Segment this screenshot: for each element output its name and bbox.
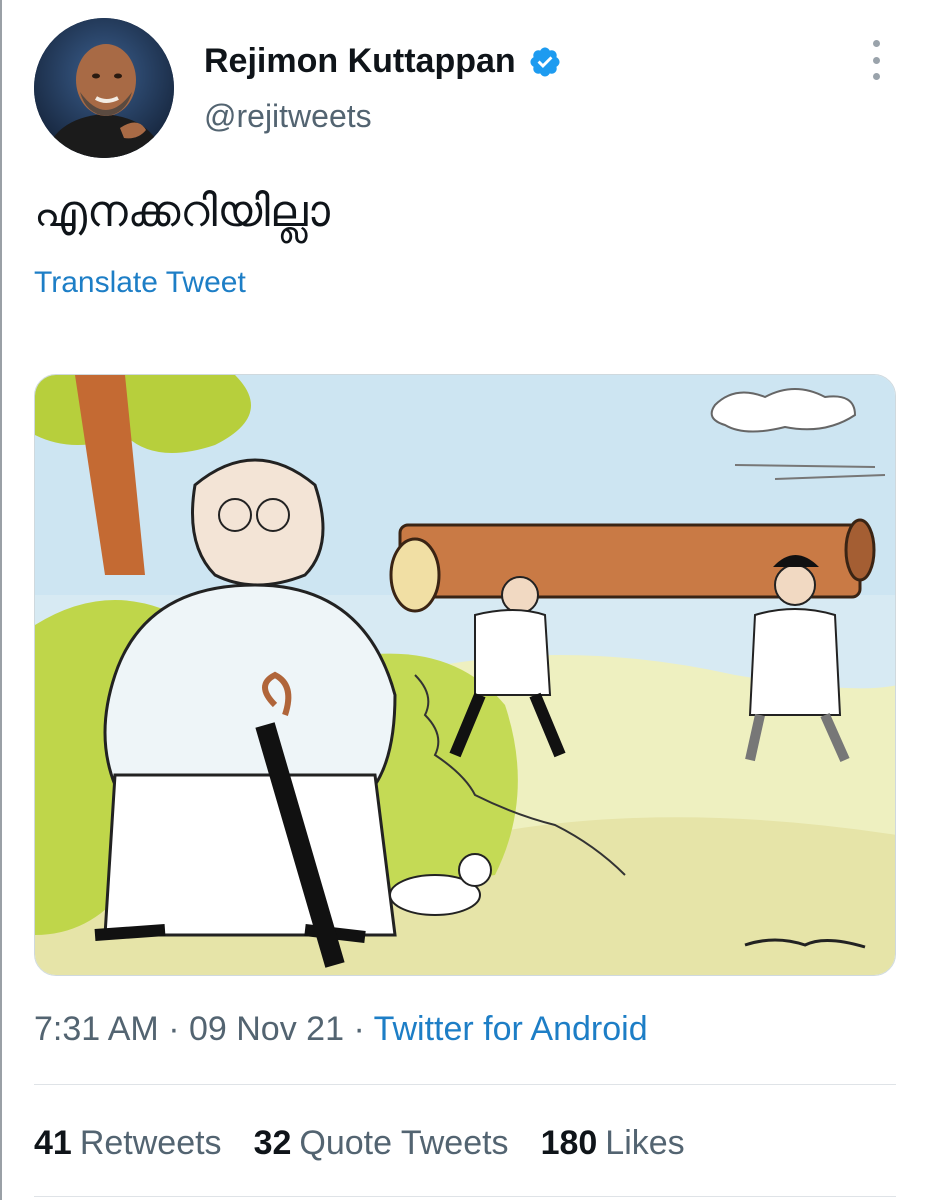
tweet-text: എനക്കറിയില്ലാ: [34, 186, 330, 237]
tweet-timestamp: 7:31 AM · 09 Nov 21 · Twitter for Androi…: [34, 1010, 648, 1049]
author-name[interactable]: Rejimon Kuttappan: [204, 42, 562, 81]
author-handle[interactable]: @rejitweets: [204, 98, 372, 135]
tweet-source-link[interactable]: Twitter for Android: [374, 1010, 648, 1048]
more-options-icon[interactable]: [864, 40, 888, 80]
meta-separator: ·: [353, 1010, 374, 1048]
quote-tweets-label: Quote Tweets: [299, 1124, 509, 1162]
quote-tweets-count: 32: [253, 1124, 292, 1162]
retweets-stat[interactable]: 41 Retweets: [34, 1124, 222, 1163]
likes-stat[interactable]: 180 Likes: [541, 1124, 685, 1163]
divider: [34, 1196, 896, 1197]
likes-label: Likes: [605, 1124, 685, 1162]
likes-count: 180: [540, 1124, 598, 1162]
verified-badge-icon: [530, 46, 560, 77]
tweet-time[interactable]: 7:31 AM: [34, 1010, 159, 1048]
quote-tweets-stat[interactable]: 32 Quote Tweets: [254, 1124, 509, 1163]
translate-tweet-link[interactable]: Translate Tweet: [34, 266, 246, 300]
engagement-stats: 41 Retweets 32 Quote Tweets 180 Likes: [34, 1124, 685, 1163]
retweets-count: 41: [34, 1124, 72, 1162]
divider: [34, 1084, 896, 1085]
tweet-page: Rejimon Kuttappan @rejitweets എനക്കറിയില…: [0, 0, 925, 1200]
retweets-label: Retweets: [79, 1124, 222, 1162]
tweet-media-image[interactable]: [34, 374, 896, 976]
author-name-text[interactable]: Rejimon Kuttappan: [204, 42, 516, 81]
meta-separator: ·: [168, 1010, 189, 1048]
author-avatar[interactable]: [34, 18, 174, 158]
tweet-date[interactable]: 09 Nov 21: [189, 1010, 344, 1048]
